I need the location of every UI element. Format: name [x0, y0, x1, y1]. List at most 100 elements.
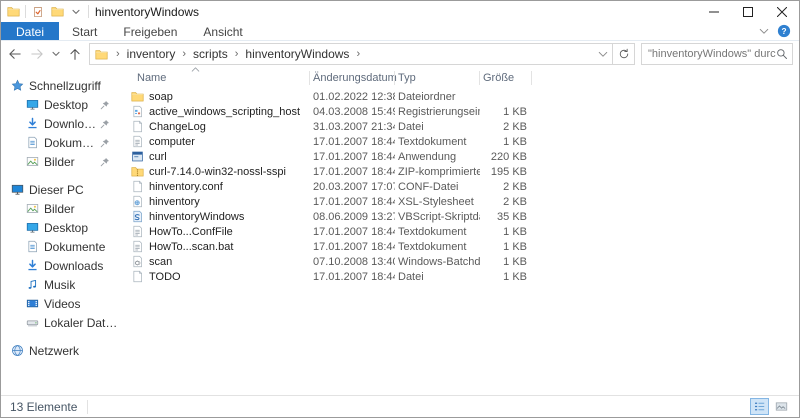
recent-locations-chevron-icon[interactable] [51, 45, 61, 63]
file-size: 1 KB [480, 271, 532, 283]
file-date: 31.03.2007 21:34 [310, 121, 395, 133]
new-folder-icon[interactable] [50, 5, 64, 19]
table-row[interactable]: ChangeLog31.03.2007 21:34Datei2 KB [128, 119, 799, 134]
address-dropdown-chevron-icon[interactable] [594, 51, 612, 58]
column-header-name[interactable]: Name [128, 67, 310, 89]
table-row[interactable]: computer17.01.2007 18:44Textdokument1 KB [128, 134, 799, 149]
sidebar-item-desktop[interactable]: Desktop [1, 218, 120, 237]
file-type: Dateiordner [395, 91, 480, 103]
search-input[interactable] [648, 48, 776, 60]
table-row[interactable]: HowTo...scan.bat17.01.2007 18:44Textdoku… [128, 239, 799, 254]
file-date: 17.01.2007 18:44 [310, 241, 395, 253]
downloads-icon [25, 117, 39, 131]
refresh-icon[interactable] [612, 44, 634, 64]
table-row[interactable]: hinventory17.01.2007 18:44XSL-Stylesheet… [128, 194, 799, 209]
sidebar-item-schnellzugriff[interactable]: Schnellzugriff [1, 76, 120, 95]
close-button[interactable] [765, 1, 799, 22]
table-row[interactable]: curl-7.14.0-win32-nossl-sspi17.01.2007 1… [128, 164, 799, 179]
explorer-app-icon [6, 5, 20, 19]
status-separator [87, 400, 88, 414]
breadcrumb-separator-icon: › [230, 48, 244, 60]
qat-dropdown-icon[interactable] [69, 5, 83, 19]
column-header-date[interactable]: Änderungsdatum [310, 67, 395, 89]
sidebar-item-lokaler-datenträger[interactable]: Lokaler Datenträger [1, 313, 120, 332]
status-bar: 13 Elemente [1, 395, 799, 417]
search-icon[interactable] [776, 48, 788, 60]
breadcrumb-item-scripts[interactable]: scripts [191, 47, 230, 61]
maximize-button[interactable] [731, 1, 765, 22]
tab-freigeben[interactable]: Freigeben [110, 22, 190, 40]
sidebar-item-musik[interactable]: Musik [1, 275, 120, 294]
file-type: Textdokument [395, 136, 480, 148]
sidebar-item-videos[interactable]: Videos [1, 294, 120, 313]
folder-icon [131, 90, 144, 103]
breadcrumb-separator-icon: › [111, 48, 125, 60]
file-date: 04.03.2008 15:49 [310, 106, 395, 118]
table-row[interactable]: soap01.02.2022 12:38Dateiordner [128, 89, 799, 104]
breadcrumb-separator-icon: › [177, 48, 191, 60]
file-size: 1 KB [480, 106, 532, 118]
help-icon[interactable]: ? [777, 24, 791, 38]
explorer-window: hinventoryWindows DateiStartFreigebenAns… [0, 0, 800, 418]
sidebar-item-dieser-pc[interactable]: Dieser PC [1, 180, 120, 199]
ribbon-tab-bar: DateiStartFreigebenAnsicht ? [1, 22, 799, 41]
file-size: 1 KB [480, 241, 532, 253]
table-row[interactable]: hinventoryWindows08.06.2009 13:27VBScrip… [128, 209, 799, 224]
table-row[interactable]: scan07.10.2008 13:40Windows-Batchda...1 … [128, 254, 799, 269]
file-name: HowTo...scan.bat [128, 240, 310, 253]
back-icon[interactable] [7, 45, 23, 63]
sidebar-item-downloads[interactable]: Downloads [1, 256, 120, 275]
sidebar-section-schnellzugriff: SchnellzugriffDesktopDownloadsDokumenteB… [1, 76, 120, 171]
text-file-icon [131, 135, 144, 148]
file-name: soap [128, 90, 310, 103]
column-header-type[interactable]: Typ [395, 67, 480, 89]
thumbnails-view-icon[interactable] [772, 398, 791, 415]
tab-datei[interactable]: Datei [1, 22, 59, 40]
file-list-pane: Name Änderungsdatum Typ Größe soap01.02.… [120, 67, 799, 395]
table-row[interactable]: active_windows_scripting_host04.03.2008 … [128, 104, 799, 119]
sidebar-item-bilder[interactable]: Bilder [1, 152, 120, 171]
file-type: Windows-Batchda... [395, 256, 480, 268]
file-name: hinventory.conf [128, 180, 310, 193]
pin-icon [100, 100, 110, 110]
forward-icon[interactable] [29, 45, 45, 63]
file-date: 17.01.2007 18:44 [310, 226, 395, 238]
sidebar-item-downloads[interactable]: Downloads [1, 114, 120, 133]
desktop-icon [25, 221, 39, 235]
file-name: hinventoryWindows [128, 210, 310, 223]
file-name: scan [128, 255, 310, 268]
downloads-icon [25, 259, 39, 273]
properties-check-icon[interactable] [31, 5, 45, 19]
breadcrumb-item-inventory[interactable]: inventory [125, 47, 178, 61]
details-view-icon[interactable] [750, 398, 769, 415]
file-size: 195 KB [480, 166, 532, 178]
item-count: 13 Elemente [10, 400, 77, 414]
sidebar-item-bilder[interactable]: Bilder [1, 199, 120, 218]
address-bar[interactable]: ›inventory›scripts›hinventoryWindows› [89, 43, 635, 65]
file-type: Textdokument [395, 241, 480, 253]
file-icon [131, 180, 144, 193]
xsl-file-icon [131, 195, 144, 208]
table-row[interactable]: curl17.01.2007 18:44Anwendung220 KB [128, 149, 799, 164]
sidebar-section-netzwerk: Netzwerk [1, 341, 120, 360]
sidebar-item-dokumente[interactable]: Dokumente [1, 237, 120, 256]
breadcrumb-item-hinventorywindows[interactable]: hinventoryWindows [243, 47, 351, 61]
tab-start[interactable]: Start [59, 22, 110, 40]
up-icon[interactable] [67, 45, 83, 63]
sidebar-item-dokumente[interactable]: Dokumente [1, 133, 120, 152]
table-row[interactable]: TODO17.01.2007 18:44Datei1 KB [128, 269, 799, 284]
file-date: 17.01.2007 18:44 [310, 196, 395, 208]
file-type: Textdokument [395, 226, 480, 238]
tab-ansicht[interactable]: Ansicht [190, 22, 255, 40]
file-type: Anwendung [395, 151, 480, 163]
file-type: Datei [395, 121, 480, 133]
breadcrumb-separator-icon: › [351, 48, 365, 60]
expand-ribbon-chevron-icon[interactable] [759, 28, 769, 35]
sidebar-item-netzwerk[interactable]: Netzwerk [1, 341, 120, 360]
table-row[interactable]: hinventory.conf20.03.2007 17:07CONF-Date… [128, 179, 799, 194]
sidebar-item-desktop[interactable]: Desktop [1, 95, 120, 114]
minimize-button[interactable] [697, 1, 731, 22]
column-header-size[interactable]: Größe [480, 67, 532, 89]
file-name: hinventory [128, 195, 310, 208]
table-row[interactable]: HowTo...ConfFile17.01.2007 18:44Textdoku… [128, 224, 799, 239]
